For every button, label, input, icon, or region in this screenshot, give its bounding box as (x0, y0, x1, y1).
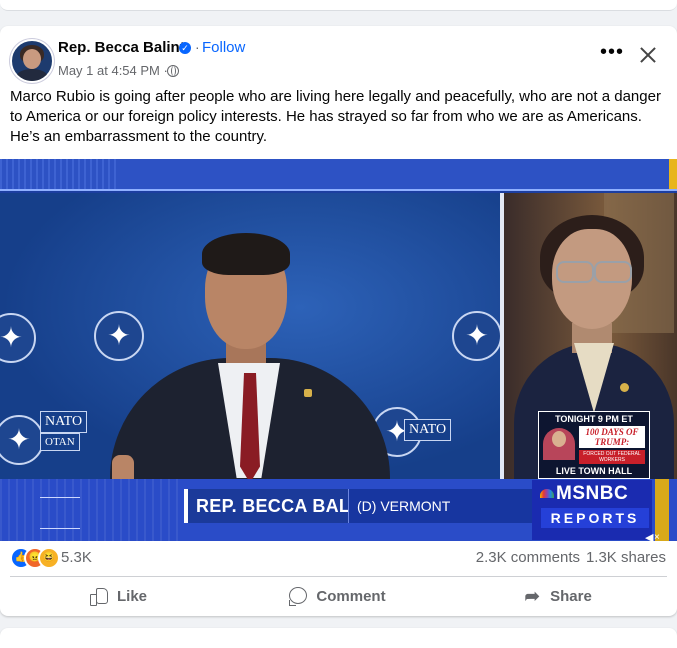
share-label: Share (550, 587, 592, 605)
next-post-card (0, 628, 677, 648)
top-bar-gold-accent (669, 159, 677, 191)
network-name: MSNBC (556, 483, 629, 504)
nato-sign-left: NATO (40, 411, 88, 433)
author-name[interactable]: Rep. Becca Balint (58, 39, 185, 56)
post-text: Marco Rubio is going after people who ar… (10, 88, 661, 145)
haha-reaction-icon: 😆 (38, 547, 60, 569)
promo-box: TONIGHT 9 PM ET 100 DAYS OF TRUMP: FORCE… (538, 411, 650, 479)
verified-badge-icon: ✓ (179, 42, 191, 54)
promo-subhead: FORCED OUT FEDERAL WORKERS (579, 450, 645, 464)
mini-close-icon[interactable]: × (654, 533, 664, 542)
shares-count[interactable]: 1.3K shares (586, 549, 666, 566)
like-button[interactable]: Like (18, 578, 218, 614)
post-header: Rep. Becca Balint ✓ · Follow May 1 at 4:… (0, 26, 677, 88)
video-top-bar (0, 159, 677, 191)
top-bar-divider (0, 189, 677, 191)
promo-host-thumbnail (543, 428, 575, 460)
nato-emblem-icon (94, 311, 144, 361)
comment-label: Comment (316, 587, 386, 605)
promo-headline: 100 DAYS OF TRUMP: (579, 426, 645, 448)
thumbs-up-icon (89, 586, 109, 606)
msnbc-logo: MSNBC (540, 483, 628, 505)
actions-divider (10, 576, 667, 577)
follow-button[interactable]: Follow (202, 39, 245, 56)
speaker-hair (202, 233, 290, 275)
otan-sign: OTAN (40, 433, 80, 451)
post-actions: Like Comment ➦ Share (0, 578, 677, 614)
lapel-pin (304, 389, 312, 397)
guest-glasses (548, 261, 634, 283)
promo-event: LIVE TOWN HALL (555, 466, 633, 476)
guest-lapel-pin (620, 383, 629, 392)
show-name: REPORTS (541, 508, 649, 528)
share-arrow-icon: ➦ (524, 586, 540, 606)
share-button[interactable]: ➦ Share (457, 578, 657, 614)
nato-emblem-icon (0, 415, 44, 465)
comments-count[interactable]: 2.3K comments (476, 549, 580, 566)
nato-sign-right: NATO (404, 419, 452, 441)
peacock-icon (540, 489, 554, 499)
avatar[interactable] (10, 39, 54, 83)
post-timestamp[interactable]: May 1 at 4:54 PM · (58, 63, 168, 78)
comment-bubble-icon (288, 586, 308, 606)
lower-third-pattern (0, 479, 180, 541)
nato-emblem-icon (452, 311, 502, 361)
post-card: Rep. Becca Balint ✓ · Follow May 1 at 4:… (0, 26, 677, 616)
follow-separator: · (195, 39, 200, 55)
globe-icon (167, 65, 179, 77)
video-player[interactable]: NATO NATO OTAN TONI (0, 159, 677, 541)
close-icon[interactable] (636, 43, 660, 67)
avatar-body (16, 69, 48, 81)
previous-post-card (0, 0, 677, 11)
avatar-face (23, 49, 41, 69)
reaction-count[interactable]: 5.3K (61, 549, 92, 566)
glasses-lens-left (556, 261, 594, 283)
video-left-panel: NATO NATO OTAN (0, 193, 502, 489)
comment-button[interactable]: Comment (237, 578, 437, 614)
top-bar-pattern (0, 159, 120, 191)
video-right-panel: TONIGHT 9 PM ET 100 DAYS OF TRUMP: FORCE… (504, 193, 677, 483)
like-label: Like (116, 587, 147, 605)
promo-time: TONIGHT 9 PM ET (555, 414, 633, 424)
glasses-lens-right (594, 261, 632, 283)
chyron-party: (D) VERMONT (348, 489, 539, 523)
more-options-button[interactable]: ••• (598, 42, 626, 66)
lower-third-lines (40, 497, 80, 529)
nato-emblem-icon (0, 313, 36, 363)
